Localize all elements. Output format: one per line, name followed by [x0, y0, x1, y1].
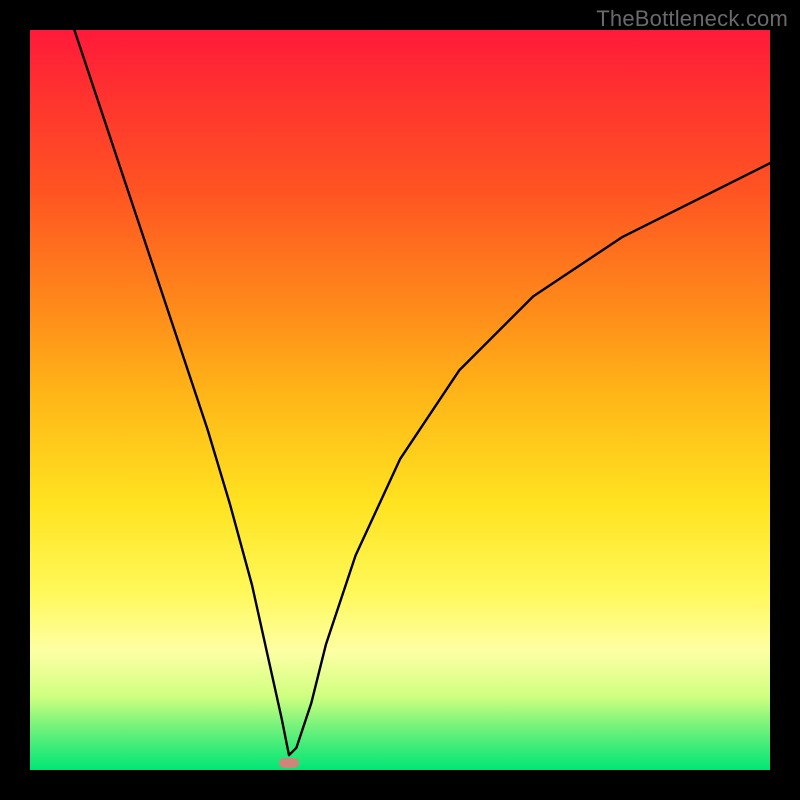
min-marker	[279, 758, 299, 768]
line-series	[30, 30, 770, 770]
plot-area	[30, 30, 770, 770]
bottleneck-curve-path	[74, 30, 770, 755]
chart-frame: TheBottleneck.com	[0, 0, 800, 800]
watermark-text: TheBottleneck.com	[596, 6, 788, 32]
